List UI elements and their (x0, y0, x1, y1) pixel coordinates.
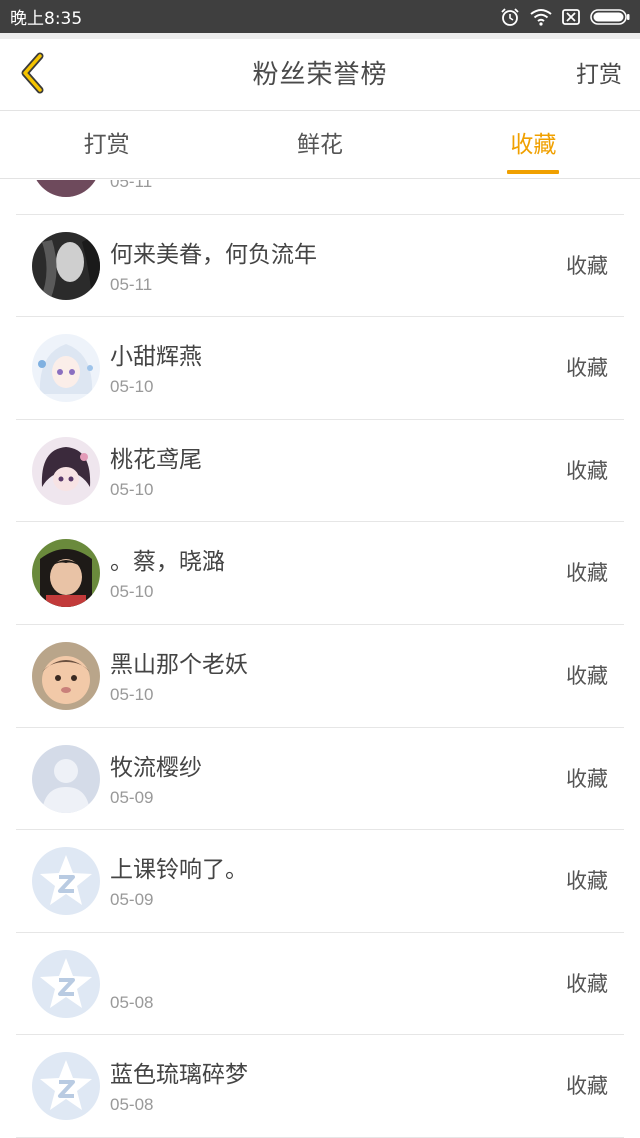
fan-row[interactable]: 。蔡，晓潞 05-10 收藏 (16, 522, 624, 625)
fan-row[interactable]: 05-11 (16, 180, 624, 215)
fan-date: 05-10 (110, 479, 154, 499)
tab-reward[interactable]: 打赏 (0, 111, 213, 178)
fan-date: 05-08 (110, 992, 154, 1012)
avatar[interactable] (32, 334, 100, 403)
fan-date: 05-08 (110, 1095, 154, 1115)
favorite-label: 收藏 (566, 356, 608, 381)
fan-name: 桃花鸢尾 (110, 446, 202, 473)
fan-date: 05-10 (110, 377, 154, 397)
battery-icon (590, 8, 630, 25)
avatar[interactable] (32, 1052, 100, 1121)
favorite-label: 收藏 (566, 458, 608, 483)
fan-name: 上课铃响了。 (110, 857, 248, 884)
fan-row[interactable]: 蓝色琉璃碎梦 05-08 收藏 (16, 1035, 624, 1138)
default-star-icon (32, 1052, 100, 1121)
avatar[interactable] (32, 180, 100, 197)
avatar[interactable] (32, 231, 100, 300)
fan-row[interactable]: 牧流樱纱 05-09 收藏 (16, 728, 624, 831)
fan-row[interactable]: 05-08 收藏 (16, 933, 624, 1036)
status-bar: 晚上8:35 (0, 0, 640, 33)
favorite-label: 收藏 (566, 1074, 608, 1099)
favorite-label: 收藏 (566, 766, 608, 791)
status-icons (500, 7, 630, 27)
fan-date: 05-10 (110, 582, 154, 602)
fan-date: 05-11 (110, 180, 153, 191)
app-header: 粉丝荣誉榜 打赏 (0, 39, 640, 111)
avatar[interactable] (32, 744, 100, 813)
avatar[interactable] (32, 436, 100, 505)
alarm-icon (500, 7, 520, 27)
avatar[interactable] (32, 847, 100, 916)
tab-label: 鲜花 (296, 132, 343, 158)
tab-favorites[interactable]: 收藏 (427, 111, 640, 178)
default-star-icon (32, 847, 100, 916)
fan-name: 。蔡，晓潞 (110, 549, 225, 576)
reward-button[interactable]: 打赏 (576, 39, 622, 111)
fan-date: 05-10 (110, 684, 154, 704)
fan-name: 小甜辉燕 (110, 344, 202, 371)
favorite-label: 收藏 (566, 869, 608, 894)
avatar[interactable] (32, 641, 100, 710)
fan-date: 05-09 (110, 787, 154, 807)
fan-row[interactable]: 何来美眷，何负流年 05-11 收藏 (16, 215, 624, 318)
avatar[interactable] (32, 949, 100, 1018)
fan-list-items: 05-11 何来美眷，何负流年 05-11 收藏 小甜辉燕 05-10 收藏 桃… (0, 180, 640, 1138)
favorite-label: 收藏 (566, 561, 608, 586)
fan-date: 05-09 (110, 890, 154, 910)
fan-row[interactable]: 上课铃响了。 05-09 收藏 (16, 830, 624, 933)
fan-name: 蓝色琉璃碎梦 (110, 1062, 248, 1089)
page-title: 粉丝荣誉榜 (252, 60, 388, 90)
status-time: 晚上8:35 (10, 9, 83, 29)
tab-bar: 打赏 鲜花 收藏 (0, 111, 640, 179)
favorite-label: 收藏 (566, 971, 608, 996)
active-tab-indicator (507, 170, 560, 174)
wifi-icon (530, 8, 552, 26)
default-person-icon (32, 744, 100, 813)
fan-name: 黑山那个老妖 (110, 651, 248, 678)
fan-name: 牧流樱纱 (110, 754, 202, 781)
fan-name: 何来美眷，何负流年 (110, 241, 317, 268)
avatar[interactable] (32, 539, 100, 608)
tab-label: 打赏 (83, 132, 130, 158)
sim-icon (562, 8, 580, 25)
fan-list[interactable]: 05-11 何来美眷，何负流年 05-11 收藏 小甜辉燕 05-10 收藏 桃… (0, 180, 640, 1138)
fan-row[interactable]: 小甜辉燕 05-10 收藏 (16, 317, 624, 420)
tab-flowers[interactable]: 鲜花 (213, 111, 426, 178)
fan-row[interactable]: 黑山那个老妖 05-10 收藏 (16, 625, 624, 728)
default-star-icon (32, 949, 100, 1018)
tab-label: 收藏 (510, 132, 557, 158)
fan-row[interactable]: 桃花鸢尾 05-10 收藏 (16, 420, 624, 523)
fan-date: 05-11 (110, 274, 153, 294)
favorite-label: 收藏 (566, 663, 608, 688)
favorite-label: 收藏 (566, 253, 608, 278)
